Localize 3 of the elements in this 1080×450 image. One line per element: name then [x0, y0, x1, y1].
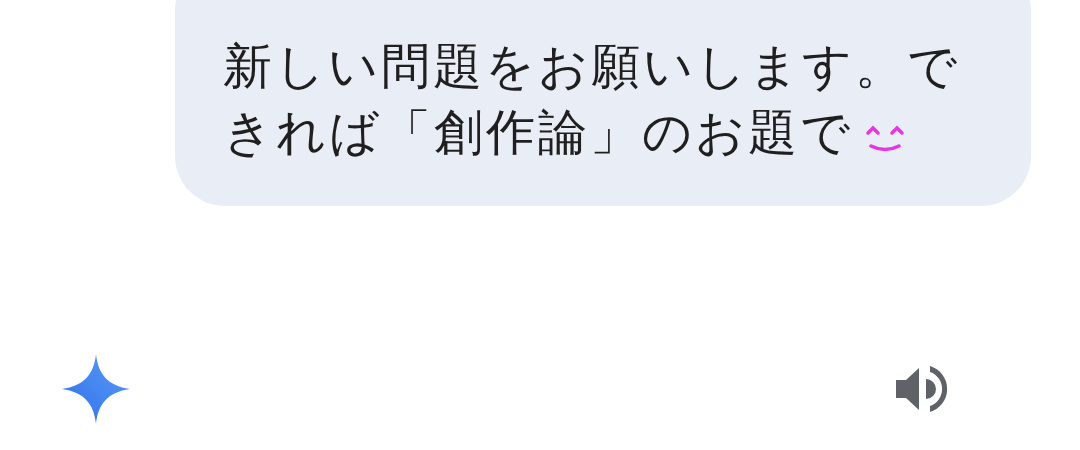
message-text: 新しい問題をお願いします。できれば「創作論」のお題で	[223, 37, 961, 163]
smiley-icon	[865, 125, 905, 153]
sparkle-icon	[62, 354, 130, 424]
